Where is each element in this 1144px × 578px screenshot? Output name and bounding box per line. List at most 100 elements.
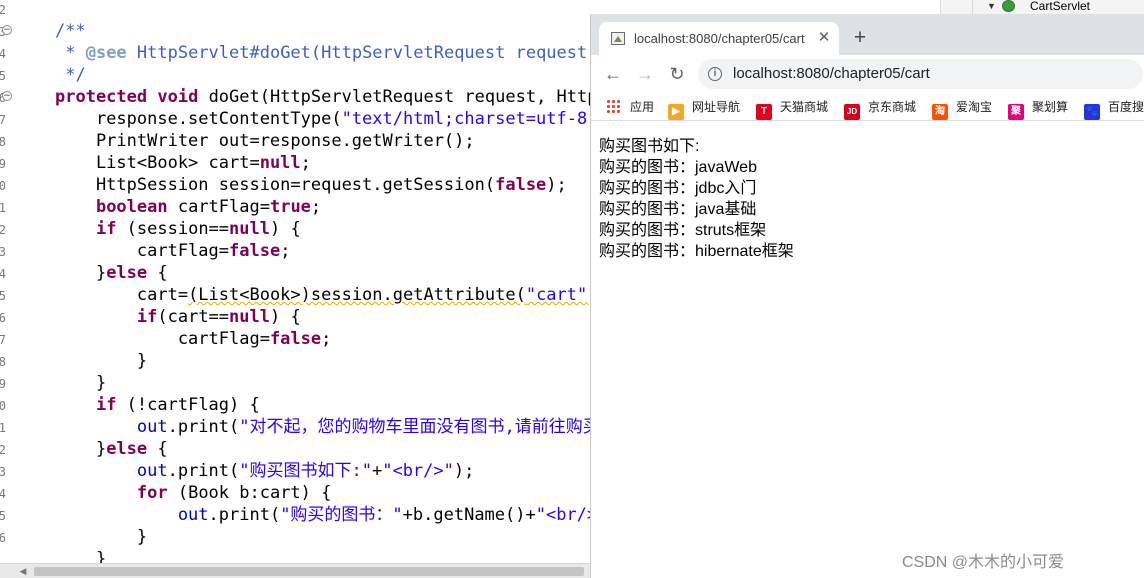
code-line: boolean cartFlag=true; bbox=[55, 196, 590, 218]
code-token: for bbox=[136, 483, 168, 503]
code-line: out.print("购买的图书："+b.getName()+"<br/>"); bbox=[55, 504, 590, 526]
content-line: 购买的图书：jdbc入门 bbox=[599, 180, 757, 197]
code-token: out bbox=[55, 461, 168, 481]
line-number: 4 bbox=[0, 47, 6, 61]
code-token: PrintWriter out=response.getWriter(); bbox=[55, 131, 475, 151]
code-token: cartFlag= bbox=[167, 197, 270, 217]
code-token: "<br/>" bbox=[535, 505, 590, 525]
code-line: out.print("购买图书如下:"+"<br/>"); bbox=[55, 460, 590, 482]
new-tab-button[interactable]: + bbox=[850, 27, 870, 48]
bookmark-label: 爱淘宝 bbox=[956, 100, 993, 114]
csdn-watermark: CSDN @木木的小可爱 bbox=[902, 554, 1081, 571]
url-text[interactable]: localhost:8080/chapter05/cart bbox=[733, 65, 930, 82]
code-area[interactable]: /** * @see HttpServlet#doGet(HttpServlet… bbox=[55, 20, 590, 570]
code-token: + bbox=[371, 461, 383, 481]
code-token: protected bbox=[55, 87, 148, 107]
tab-title: localhost:8080/chapter05/cart bbox=[634, 31, 805, 46]
code-token: else bbox=[106, 439, 148, 459]
bookmark-item[interactable]: 淘爱淘宝 bbox=[932, 98, 993, 120]
scroll-left-arrow-icon[interactable]: ◀ bbox=[14, 566, 32, 577]
code-token: .print( bbox=[167, 417, 240, 437]
code-token: ); bbox=[453, 461, 475, 481]
code-token: void bbox=[157, 87, 199, 107]
line-number: 1 bbox=[0, 421, 6, 435]
bookmark-item[interactable]: 聚聚划算 bbox=[1008, 98, 1069, 120]
code-token: .print( bbox=[167, 461, 240, 481]
code-token: "对不起，您的购物车里面没有图书,请前往购买" bbox=[239, 417, 590, 437]
code-token: ; bbox=[321, 329, 332, 349]
bookmark-item[interactable]: 应用 bbox=[606, 98, 654, 116]
code-token: (cart== bbox=[157, 307, 230, 327]
code-line: for (Book b:cart) { bbox=[55, 482, 590, 504]
tree-item-label[interactable]: CartServlet bbox=[1030, 0, 1090, 12]
code-token: (!cartFlag) { bbox=[116, 395, 260, 415]
forward-button[interactable]: → bbox=[633, 62, 657, 86]
code-token: false bbox=[495, 175, 547, 195]
code-token: out bbox=[55, 505, 209, 525]
bookmark-item[interactable]: ▶ 网址导航 bbox=[668, 98, 740, 120]
bookmark-favicon-icon: 🐾 bbox=[1084, 104, 1100, 120]
bookmark-item[interactable]: 🐾 百度搜 bbox=[1084, 98, 1144, 120]
code-token: { bbox=[147, 263, 168, 283]
browser-window: localhost:8080/chapter05/cart ✕ + ← → ↻ … bbox=[590, 14, 1144, 578]
content-line: 购买图书如下: bbox=[599, 138, 700, 155]
code-token: @see bbox=[85, 43, 127, 63]
line-number: 0 bbox=[0, 179, 6, 193]
code-line: cartFlag=false; bbox=[55, 240, 590, 262]
content-line: 购买的图书：hibernate框架 bbox=[599, 243, 794, 260]
code-token: HttpSession session=request.getSession( bbox=[55, 175, 496, 195]
code-token: } bbox=[55, 373, 107, 393]
code-token: null bbox=[229, 307, 270, 327]
code-line: cart=(List<Book>)session.getAttribute("c… bbox=[55, 284, 590, 306]
code-line: /** bbox=[55, 20, 590, 42]
scrollbar-thumb[interactable] bbox=[34, 567, 584, 576]
page-favicon-icon bbox=[611, 32, 625, 45]
line-number: 9 bbox=[0, 157, 6, 171]
line-number: 5 bbox=[0, 509, 6, 523]
content-line: 购买的图书：java基础 bbox=[599, 201, 757, 218]
bookmark-favicon-icon: JD bbox=[844, 104, 860, 120]
line-number: 2 bbox=[0, 443, 6, 457]
code-line: }else { bbox=[55, 438, 590, 460]
code-token: else bbox=[106, 263, 148, 283]
close-icon[interactable]: ✕ bbox=[815, 29, 833, 47]
chevron-down-icon[interactable]: ▼ bbox=[987, 0, 996, 12]
code-line: response.setContentType("text/html;chars… bbox=[55, 108, 590, 130]
fold-collapse-icon[interactable]: − bbox=[2, 25, 12, 35]
code-token: ) { bbox=[269, 307, 301, 327]
address-bar[interactable]: i localhost:8080/chapter05/cart bbox=[698, 59, 1143, 89]
code-line: }else { bbox=[55, 262, 590, 284]
back-button[interactable]: ← bbox=[601, 62, 625, 86]
code-token: ; bbox=[300, 153, 311, 173]
code-line: } bbox=[55, 372, 590, 394]
content-line: 购买的图书：struts框架 bbox=[599, 222, 767, 239]
horizontal-scrollbar[interactable]: ◀ bbox=[0, 563, 590, 578]
code-token: if bbox=[95, 219, 117, 239]
bookmark-favicon-icon: 聚 bbox=[1008, 104, 1024, 120]
browser-tab[interactable]: localhost:8080/chapter05/cart ✕ bbox=[599, 22, 839, 55]
code-token: null bbox=[229, 219, 270, 239]
code-token: null bbox=[259, 153, 301, 173]
bookmark-label: 聚划算 bbox=[1032, 100, 1069, 114]
browser-toolbar: ← → ↻ i localhost:8080/chapter05/cart bbox=[591, 55, 1144, 93]
explorer-divider bbox=[972, 0, 973, 15]
bookmark-label: 应用 bbox=[630, 100, 655, 114]
code-line: * @see HttpServlet#doGet(HttpServletRequ… bbox=[55, 42, 590, 64]
apps-grid-icon bbox=[606, 99, 620, 113]
reload-button[interactable]: ↻ bbox=[665, 62, 689, 86]
fold-collapse-icon[interactable]: − bbox=[2, 91, 12, 101]
code-editor[interactable]: 2345678901234567890123456−− /** * @see H… bbox=[0, 0, 590, 578]
bookmark-item[interactable]: JD 京东商城 bbox=[844, 98, 916, 120]
bookmark-item[interactable]: T 天猫商城 bbox=[756, 98, 828, 120]
line-number: 4 bbox=[0, 267, 6, 281]
line-number-gutter: 2345678901234567890123456−− bbox=[0, 0, 14, 564]
line-number: 6 bbox=[0, 311, 6, 325]
tab-strip: localhost:8080/chapter05/cart ✕ + bbox=[591, 14, 1144, 55]
info-icon[interactable]: i bbox=[708, 67, 722, 81]
code-token: doGet(HttpServletRequest request, HttpSe… bbox=[208, 87, 590, 107]
code-token: { bbox=[147, 439, 168, 459]
code-token: (List<Book>)session.getAttribute( bbox=[188, 285, 526, 305]
code-token: List<Book> cart= bbox=[55, 153, 260, 173]
